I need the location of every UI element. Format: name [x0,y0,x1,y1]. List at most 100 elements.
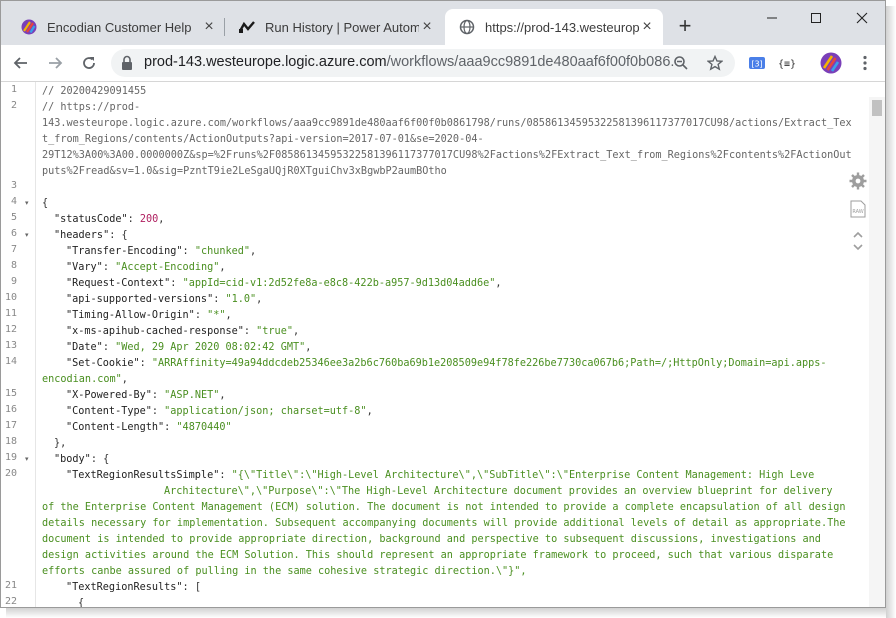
close-tab-icon[interactable]: × [419,19,435,35]
tab-strip: Encodian Customer Help × Run History | P… [1,1,885,45]
close-tab-icon[interactable]: × [201,19,217,35]
json-line: "body": { [54,454,110,465]
window-shadow [6,608,886,618]
vertical-scrollbar[interactable] [869,97,885,607]
url-domain: prod-143.westeurope.logic.azure.com [144,54,387,70]
json-key: "body" [54,454,91,465]
json-line: "Date": "Wed, 29 Apr 2020 08:02:42 GMT", [66,342,312,353]
json-line: "api-supported-versions": "1.0", [66,294,263,305]
json-line: "Timing-Allow-Origin": "*", [66,310,232,321]
address-bar[interactable]: prod-143.westeurope.logic.azure.com/work… [111,49,735,77]
new-tab-icon[interactable]: + [673,15,697,39]
json-line: "statusCode": 200, [54,214,165,225]
json-key: "headers" [54,230,110,241]
svg-text:RAW: RAW [852,209,863,215]
code-brace: { [78,598,85,607]
line-number: 5 [10,212,17,223]
bookmark-star-icon[interactable] [703,51,727,75]
code-comment: 143.westeurope.logic.azure.com/workflows… [42,118,852,129]
tab-json-output[interactable]: https://prod-143.westeurope × [445,9,663,45]
browser-toolbar: prod-143.westeurope.logic.azure.com/work… [1,45,885,82]
line-number: 6 [10,228,17,239]
window-shadow [886,6,896,618]
json-string: "1.0" [225,294,257,305]
scrollbar-thumb[interactable] [872,100,882,116]
code-comment: // https://prod- [42,102,141,113]
json-key: "TextRegionResults" [66,582,183,593]
code-comment: // 20200429091455 [42,86,147,97]
line-number-gutter: 1 2 3 4 ▾ 5 6 ▾ 7 8 9 10 11 12 13 14 15 16 17 18 19 ▾ 20 21 22 [1,82,36,607]
fold-toggle-icon[interactable]: ▾ [25,231,29,239]
json-line: "Request-Context": "appId=cid-v1:2d52fe8… [66,278,502,289]
json-string: efforts canbe assured of pulling in the … [42,566,527,577]
line-number: 10 [4,292,17,303]
line-number: 20 [4,468,17,479]
extension-translate-icon[interactable]: [3] [745,51,769,75]
tab-title: Run History | Power Automat [265,19,419,35]
line-number: 3 [10,180,17,191]
tab-encodian-help[interactable]: Encodian Customer Help × [7,9,225,45]
json-line: "Vary": "Accept-Encoding", [66,262,226,273]
line-number: 8 [10,260,17,271]
json-string: "application/json; charset=utf-8" [164,406,367,417]
json-key: "Request-Context" [66,278,171,289]
close-window-icon[interactable] [839,3,885,33]
json-key: "Content-Length" [66,422,165,433]
expand-collapse-icon[interactable] [852,230,864,257]
json-string: encodian.com" [42,374,122,385]
json-key: "Date" [66,342,103,353]
line-number: 11 [4,308,17,319]
json-line: encodian.com", [42,374,128,385]
json-string: design activities around the ECM Solutio… [42,550,834,561]
code-comment: 29T12%3A00%3A00.0000000Z&sp=%2Fruns%2F08… [42,150,852,161]
line-number: 22 [4,596,17,607]
svg-text:{≡}: {≡} [778,59,796,70]
back-arrow-icon[interactable] [9,51,33,75]
json-string: "true" [256,326,293,337]
json-string: document is intended to provide appropri… [42,534,821,545]
tab-run-history[interactable]: Run History | Power Automat × [225,9,443,45]
json-key: "Set-Cookie" [66,358,140,369]
extension-json-icon[interactable]: {≡} [775,51,799,75]
tab-title: Encodian Customer Help [47,19,192,35]
json-key: "Content-Type" [66,406,152,417]
tab-title: https://prod-143.westeurope [485,19,639,35]
json-string: "ARRAffinity=49a94ddcdeb25346ee3a2b6c760… [151,358,827,369]
raw-toggle-icon[interactable]: RAW [850,200,866,223]
json-string: "4870440" [176,422,232,433]
json-string: "ASP.NET" [164,390,220,401]
line-number: 2 [10,100,17,111]
zoom-icon[interactable] [669,51,693,75]
json-line: "headers": { [54,230,128,241]
svg-text:[3]: [3] [751,60,762,69]
globe-icon [459,19,475,35]
fold-toggle-icon[interactable]: ▾ [25,455,29,463]
fold-toggle-icon[interactable]: ▾ [25,199,29,207]
line-number: 4 [10,196,17,207]
code-comment: puts%2Fread&sv=1.0&sig=PzntT9ie2LeSgaUQj… [42,166,447,177]
json-viewer: 1 2 3 4 ▾ 5 6 ▾ 7 8 9 10 11 12 13 14 15 16 17 18 19 ▾ 20 21 22 /… [1,82,885,607]
line-number: 14 [4,356,17,367]
line-number: 15 [4,388,17,399]
reload-icon[interactable] [77,51,101,75]
browser-menu-icon[interactable] [853,51,877,75]
json-line: "X-Powered-By": "ASP.NET", [66,390,226,401]
line-number: 17 [4,420,17,431]
json-string: "Accept-Encoding" [115,262,220,273]
json-line: "Content-Length": "4870440" [66,422,232,433]
json-line: "TextRegionResultsSimple": "{\"Title\":\… [66,470,815,481]
json-line: "Set-Cookie": "ARRAffinity=49a94ddcdeb25… [66,358,827,369]
line-number: 18 [4,436,17,447]
profile-avatar-icon[interactable] [819,51,843,75]
minimize-window-icon[interactable] [749,3,795,33]
json-string: "*" [207,310,226,321]
code-brace: { [42,198,49,209]
maximize-window-icon[interactable] [793,3,839,33]
json-line: "x-ms-apihub-cached-response": "true", [66,326,300,337]
lock-icon [122,55,132,70]
json-string: "{\"Title\":\"High-Level Architecture\",… [231,470,815,481]
close-tab-icon[interactable]: × [639,19,655,35]
line-number: 13 [4,340,17,351]
gear-icon[interactable] [849,172,867,195]
forward-arrow-icon[interactable] [43,51,67,75]
